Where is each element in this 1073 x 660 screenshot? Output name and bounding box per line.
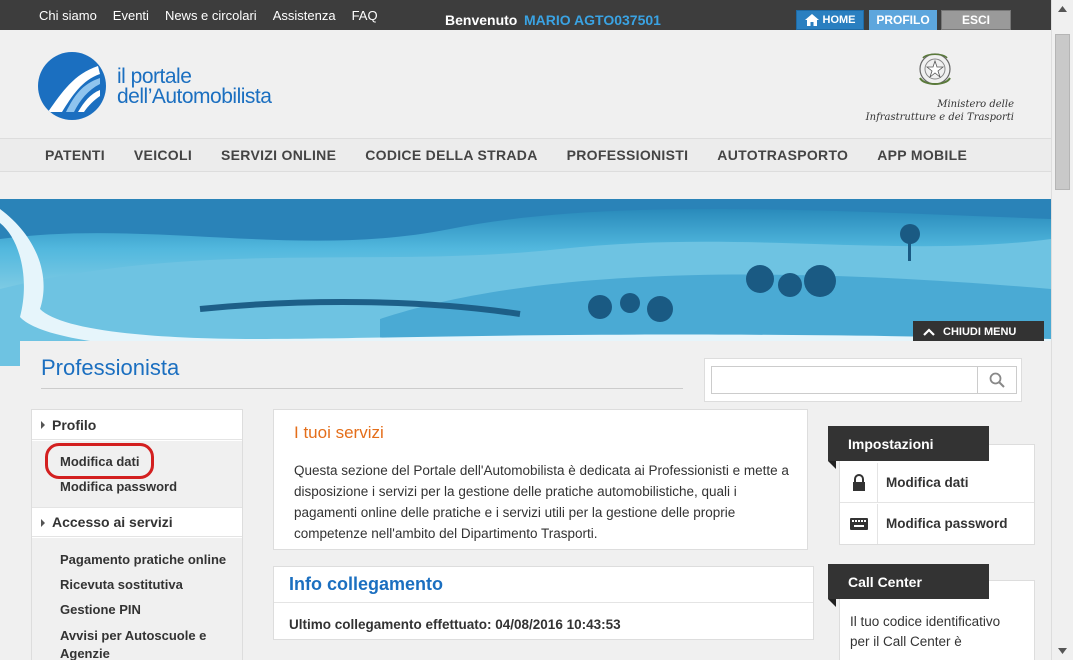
profilo-button[interactable]: PROFILO <box>869 10 937 30</box>
home-button[interactable]: HOME <box>796 10 864 30</box>
chiudi-menu-label: CHIUDI MENU <box>943 325 1017 338</box>
scroll-up-arrow-icon[interactable] <box>1052 0 1073 18</box>
ministero-line-2: Infrastrutture e dei Trasporti <box>865 112 1014 123</box>
home-icon <box>804 14 819 26</box>
logo-line-1: il portale <box>117 65 192 88</box>
top-link-eventi[interactable]: Eventi <box>113 8 149 23</box>
republic-emblem-icon <box>919 53 951 85</box>
top-link-faq[interactable]: FAQ <box>352 8 378 23</box>
info-collegamento-panel: Info collegamento Ultimo collegamento ef… <box>273 566 814 640</box>
nav-veicoli[interactable]: VEICOLI <box>134 147 192 163</box>
sidebar-head-accesso[interactable]: Accesso ai servizi <box>32 507 242 537</box>
nav-servizi-online[interactable]: SERVIZI ONLINE <box>221 147 336 163</box>
impostazioni-row-modifica-dati[interactable]: Modifica dati <box>840 463 1034 503</box>
scroll-down-arrow-icon[interactable] <box>1052 642 1073 660</box>
portal-logo-icon[interactable] <box>38 52 106 120</box>
search-box <box>704 358 1022 402</box>
caret-right-icon <box>41 421 45 429</box>
last-login-text: Ultimo collegamento effettuato: 04/08/20… <box>289 617 621 632</box>
chiudi-menu-button[interactable]: CHIUDI MENU <box>913 321 1044 342</box>
esci-button[interactable]: ESCI <box>941 10 1011 30</box>
keyboard-icon <box>840 504 878 544</box>
lock-icon <box>840 463 878 503</box>
callcenter-heading: Call Center <box>848 573 922 590</box>
portal-logo-text[interactable]: il portale dell’Automobilista <box>117 65 272 108</box>
highlight-annotation <box>45 443 154 479</box>
title-divider <box>41 388 683 389</box>
top-link-news[interactable]: News e circolari <box>165 8 257 23</box>
scrollbar-thumb[interactable] <box>1055 34 1070 190</box>
impostazioni-label-modifica-password: Modifica password <box>886 516 1008 531</box>
callcenter-text: Il tuo codice identificativo per il Call… <box>850 614 1001 649</box>
search-input[interactable] <box>711 366 977 394</box>
sidebar-head-profilo[interactable]: Profilo <box>32 410 242 440</box>
ministero-line-1: Ministero delle <box>937 99 1014 110</box>
top-links: Chi siamo Eventi News e circolari Assist… <box>39 8 394 23</box>
impostazioni-tab: Impostazioni <box>828 426 989 469</box>
nav-autotrasporto[interactable]: AUTOTRASPORTO <box>717 147 848 163</box>
servizi-panel: I tuoi servizi Questa sezione del Portal… <box>273 409 808 550</box>
nav-patenti[interactable]: PATENTI <box>45 147 105 163</box>
search-icon <box>989 372 1005 388</box>
nav-codice-della-strada[interactable]: CODICE DELLA STRADA <box>365 147 537 163</box>
sidebar-head-profilo-label: Profilo <box>52 416 97 433</box>
tab-fold <box>828 599 836 607</box>
top-link-chi-siamo[interactable]: Chi siamo <box>39 8 97 23</box>
caret-right-icon <box>41 519 45 527</box>
tab-fold <box>828 461 836 469</box>
user-name: MARIO AGTO037501 <box>524 12 661 28</box>
nav-professionisti[interactable]: PROFESSIONISTI <box>567 147 689 163</box>
welcome-label: Benvenuto <box>445 12 518 28</box>
sidebar-item-pagamento-pratiche[interactable]: Pagamento pratiche online <box>60 552 226 567</box>
impostazioni-row-modifica-password[interactable]: Modifica password <box>840 504 1034 544</box>
sidebar-item-avvisi[interactable]: Avvisi per Autoscuole e Agenzie <box>60 627 220 660</box>
sidebar-item-gestione-pin[interactable]: Gestione PIN <box>60 602 141 617</box>
sidebar-head-accesso-label: Accesso ai servizi <box>52 514 173 530</box>
ministero-logo: Ministero delle Infrastrutture e dei Tra… <box>852 48 1014 132</box>
logo-line-2: dell’Automobilista <box>117 85 272 108</box>
page-title: Professionista <box>41 355 180 380</box>
home-button-label: HOME <box>822 14 856 26</box>
top-link-assistenza[interactable]: Assistenza <box>273 8 336 23</box>
vertical-scrollbar[interactable] <box>1051 0 1073 660</box>
chevron-up-icon <box>923 327 935 336</box>
sidebar-item-ricevuta-sostitutiva[interactable]: Ricevuta sostitutiva <box>60 577 183 592</box>
servizi-heading: I tuoi servizi <box>294 423 384 442</box>
info-heading: Info collegamento <box>274 567 813 603</box>
nav-app-mobile[interactable]: APP MOBILE <box>877 147 967 163</box>
impostazioni-heading: Impostazioni <box>848 435 934 452</box>
callcenter-tab: Call Center <box>828 564 989 607</box>
sidebar-accesso-group: Pagamento pratiche online Ricevuta sosti… <box>32 538 242 660</box>
main-nav: PATENTI VEICOLI SERVIZI ONLINE CODICE DE… <box>0 138 1051 172</box>
sidebar-item-modifica-password[interactable]: Modifica password <box>60 479 177 494</box>
servizi-description: Questa sezione del Portale dell'Automobi… <box>294 463 789 541</box>
site-header: il portale dell’Automobilista Ministero … <box>0 30 1051 138</box>
impostazioni-label-modifica-dati: Modifica dati <box>886 475 969 490</box>
search-button[interactable] <box>977 366 1017 394</box>
